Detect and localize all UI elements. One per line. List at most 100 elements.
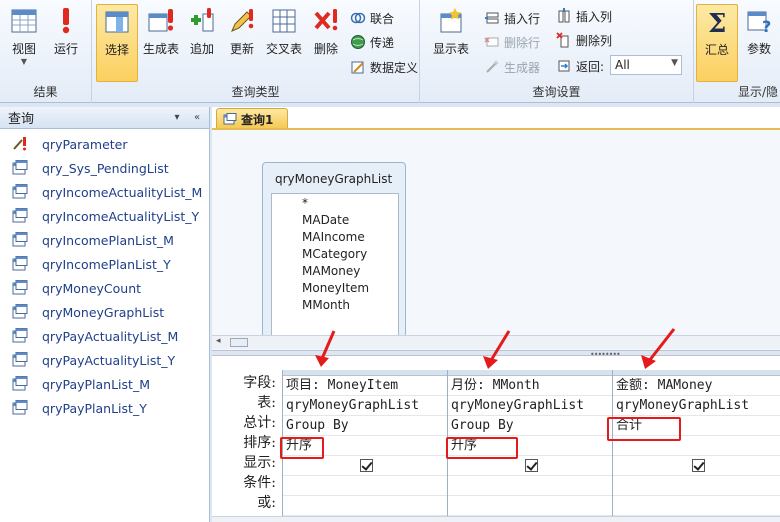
field-item[interactable]: MADate: [302, 213, 398, 230]
or-cell[interactable]: [448, 496, 612, 516]
select-button[interactable]: 选择: [96, 4, 138, 82]
show-cell[interactable]: [448, 456, 612, 476]
nav-item-query[interactable]: qryIncomePlanList_Y: [0, 252, 209, 276]
insert-columns-button[interactable]: 插入列: [556, 6, 612, 26]
tab-query1[interactable]: 查询1: [216, 108, 288, 129]
collapse-pane-icon[interactable]: «: [190, 111, 204, 125]
parameters-icon: ?: [747, 11, 771, 36]
show-cell[interactable]: [283, 456, 447, 476]
field-cell[interactable]: 项目: MoneyItem: [283, 376, 447, 396]
insert-rows-button[interactable]: 插入行: [484, 8, 540, 28]
query-design-window: 查询1 qryMoneyGraphList * MADate MAIncome …: [212, 107, 780, 522]
show-cell[interactable]: [613, 456, 780, 476]
total-cell[interactable]: Group By: [283, 416, 447, 436]
table-field-list[interactable]: qryMoneyGraphList * MADate MAIncome MCat…: [262, 162, 406, 344]
show-table-button[interactable]: 显示表: [430, 4, 472, 66]
nav-item-query[interactable]: qryMoneyCount: [0, 276, 209, 300]
criteria-cell[interactable]: [448, 476, 612, 496]
field-cell[interactable]: 金额: MAMoney: [613, 376, 780, 396]
crosstab-button[interactable]: 交叉表: [262, 4, 306, 66]
delete-columns-icon: [556, 32, 569, 48]
highlight-box: [607, 417, 681, 441]
nav-item-query[interactable]: qryMoneyGraphList: [0, 300, 209, 324]
nav-item-query[interactable]: qryIncomeActualityList_Y: [0, 204, 209, 228]
query-type-group: 选择 生成表 追加 更新 交叉表 删除 联合 传递 数据定义 查询类型: [92, 0, 420, 103]
wand-icon: [486, 60, 499, 73]
data-definition-icon: [351, 61, 364, 74]
field-item[interactable]: MMonth: [302, 298, 398, 315]
nav-item-query[interactable]: qryPayActualityList_M: [0, 324, 209, 348]
select-query-icon: [12, 208, 28, 223]
show-checkbox[interactable]: [360, 459, 373, 472]
field-list[interactable]: * MADate MAIncome MCategory MAMoney Mone…: [271, 193, 399, 338]
scroll-left-icon[interactable]: ◂: [216, 336, 221, 346]
union-button[interactable]: 联合: [350, 8, 394, 28]
nav-item-query[interactable]: qryPayActualityList_Y: [0, 348, 209, 372]
show-checkbox[interactable]: [691, 459, 705, 472]
data-definition-button[interactable]: 数据定义: [350, 57, 418, 77]
grid-scrollbar[interactable]: [212, 516, 780, 522]
total-cell[interactable]: Group By: [448, 416, 612, 436]
field-cell[interactable]: 月份: MMonth: [448, 376, 612, 396]
red-arrow-icon: [483, 330, 511, 369]
highlight-box: [446, 437, 518, 459]
criteria-cell[interactable]: [613, 476, 780, 496]
scroll-thumb[interactable]: [230, 338, 248, 347]
sigma-icon: Σ: [708, 9, 726, 37]
field-item[interactable]: *: [302, 196, 398, 213]
field-item[interactable]: MoneyItem: [302, 281, 398, 298]
svg-text:Σ: Σ: [708, 9, 726, 37]
append-icon: [191, 8, 214, 32]
nav-item-query[interactable]: qryPayPlanList_Y: [0, 396, 209, 420]
criteria-cell[interactable]: [283, 476, 447, 496]
chevron-down-icon[interactable]: ▼: [671, 58, 678, 68]
nav-item-query[interactable]: qry_Sys_PendingList: [0, 156, 209, 180]
show-checkbox[interactable]: [525, 459, 538, 472]
or-cell[interactable]: [613, 496, 780, 516]
pass-through-button[interactable]: 传递: [350, 32, 394, 52]
insert-rows-icon: [485, 12, 499, 24]
append-button[interactable]: 追加: [182, 4, 222, 66]
field-item[interactable]: MAMoney: [302, 264, 398, 281]
design-grid: 字段: 表: 总计: 排序: 显示: 条件: 或: 项目: MoneyItem …: [212, 356, 780, 522]
delete-button[interactable]: 删除: [306, 4, 346, 66]
field-item[interactable]: MCategory: [302, 247, 398, 264]
select-query-icon: [12, 400, 28, 415]
update-button[interactable]: 更新: [222, 4, 262, 66]
nav-item-qryParameter[interactable]: qryParameter: [0, 132, 209, 156]
union-icon: [350, 12, 366, 24]
red-arrow-icon: [641, 328, 676, 369]
show-table-icon: [440, 8, 462, 33]
highlight-box: [280, 437, 324, 459]
nav-item-query[interactable]: qryPayPlanList_M: [0, 372, 209, 396]
view-button[interactable]: 视图 ▼: [4, 4, 44, 66]
exclamation-icon: [62, 8, 70, 34]
table-cell[interactable]: qryMoneyGraphList: [613, 396, 780, 416]
query-setup-group: 显示表 插入行 删除行 生成器 插入列 删除列 返回: All ▼ 查询设置: [420, 0, 694, 103]
table-cell[interactable]: qryMoneyGraphList: [283, 396, 447, 416]
select-query-icon: [12, 304, 28, 319]
show-hide-group: Σ 汇总 ? 参数 显示/隐: [694, 0, 780, 103]
select-query-icon: [12, 376, 28, 391]
or-cell[interactable]: [283, 496, 447, 516]
totals-button[interactable]: Σ 汇总: [696, 4, 738, 82]
builder-button[interactable]: 生成器: [484, 57, 540, 77]
delete-columns-button[interactable]: 删除列: [556, 30, 612, 50]
field-item[interactable]: MAIncome: [302, 230, 398, 247]
chevron-down-icon[interactable]: ▾: [170, 111, 184, 125]
parameters-button[interactable]: ? 参数: [740, 4, 778, 66]
table-cell[interactable]: qryMoneyGraphList: [448, 396, 612, 416]
nav-item-query[interactable]: qryIncomePlanList_M: [0, 228, 209, 252]
make-table-button[interactable]: 生成表: [140, 4, 182, 66]
return-combo[interactable]: All ▼: [610, 55, 682, 75]
grid-column: 金额: MAMoney qryMoneyGraphList 合计: [612, 370, 780, 520]
select-query-icon: [12, 232, 28, 247]
nav-item-query[interactable]: qryIncomeActualityList_M: [0, 180, 209, 204]
select-query-icon: [12, 184, 28, 199]
delete-rows-button[interactable]: 删除行: [484, 32, 540, 52]
delete-x-icon: [314, 9, 338, 31]
run-button[interactable]: 运行: [46, 4, 86, 66]
return-label: 返回:: [556, 56, 604, 76]
make-table-icon: [148, 9, 174, 32]
datasheet-view-icon: [11, 9, 37, 33]
